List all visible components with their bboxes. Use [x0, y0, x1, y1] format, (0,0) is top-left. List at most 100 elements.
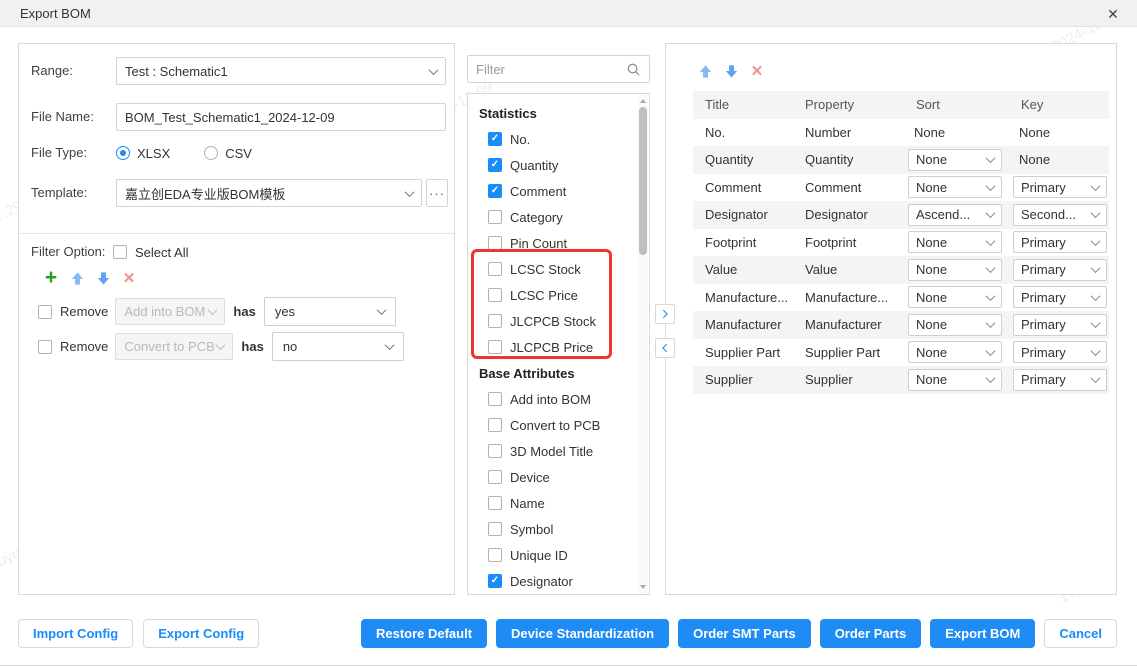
list-item[interactable]: Device	[479, 464, 635, 490]
column-delete-icon[interactable]: ✕	[749, 63, 765, 80]
list-item[interactable]: LCSC Stock	[479, 256, 635, 282]
template-select[interactable]: 嘉立创EDA专业版BOM模板	[116, 179, 422, 207]
list-item[interactable]: No.	[479, 126, 635, 152]
checkbox[interactable]	[488, 132, 502, 146]
delete-rule-icon[interactable]: ✕	[121, 270, 137, 287]
key-select[interactable]: Primary	[1013, 286, 1107, 309]
range-select[interactable]: Test : Schematic1	[116, 57, 446, 85]
checkbox[interactable]	[488, 184, 502, 198]
radio-icon[interactable]	[204, 146, 219, 160]
table-row[interactable]: No. Number None None	[693, 119, 1109, 147]
sort-select[interactable]: None	[908, 341, 1002, 364]
table-row[interactable]: Designator Designator Ascend... Second..…	[693, 201, 1109, 229]
order-parts-button[interactable]: Order Parts	[819, 619, 922, 648]
sort-select[interactable]: Ascend...	[908, 203, 1002, 226]
restore-default-button[interactable]: Restore Default	[360, 619, 488, 648]
checkbox[interactable]	[488, 574, 502, 588]
rule-field-select[interactable]: Convert to PCB	[115, 333, 234, 360]
rule-value-select[interactable]: no	[271, 332, 404, 361]
checkbox[interactable]	[488, 288, 502, 302]
move-down-icon[interactable]	[95, 270, 111, 286]
key-select[interactable]: Primary	[1013, 231, 1107, 254]
checkbox[interactable]	[488, 314, 502, 328]
table-row[interactable]: Quantity Quantity None None	[693, 146, 1109, 174]
cancel-button[interactable]: Cancel	[1044, 619, 1117, 648]
list-item[interactable]: Designator	[479, 568, 635, 594]
checkbox[interactable]	[488, 262, 502, 276]
list-item[interactable]: Pin Count	[479, 230, 635, 256]
select-all-option[interactable]: Select All	[113, 238, 188, 266]
table-row[interactable]: Supplier Supplier None Primary	[693, 366, 1109, 394]
attribute-filter-input[interactable]	[476, 56, 626, 82]
move-up-icon[interactable]	[69, 270, 85, 286]
list-item[interactable]: Symbol	[479, 516, 635, 542]
collapse-left-button[interactable]	[655, 338, 675, 358]
scroll-down-icon[interactable]	[640, 585, 646, 589]
radio-selected-icon[interactable]	[116, 146, 130, 160]
scroll-up-icon[interactable]	[640, 99, 646, 103]
sort-select[interactable]: None	[908, 148, 1002, 171]
key-select[interactable]: Second...	[1013, 203, 1107, 226]
list-item[interactable]: Comment	[479, 178, 635, 204]
table-row[interactable]: Supplier Part Supplier Part None Primary	[693, 339, 1109, 367]
rule-field-select[interactable]: Add into BOM	[115, 298, 226, 325]
column-move-down-icon[interactable]	[723, 63, 739, 79]
add-rule-icon[interactable]: +	[43, 267, 59, 288]
checkbox[interactable]	[488, 418, 502, 432]
template-more-button[interactable]: ···	[426, 179, 448, 207]
key-select[interactable]: Primary	[1013, 368, 1107, 391]
device-standardization-button[interactable]: Device Standardization	[496, 619, 670, 648]
table-row[interactable]: Comment Comment None Primary	[693, 174, 1109, 202]
list-item[interactable]: Convert to PCB	[479, 412, 635, 438]
checkbox[interactable]	[488, 392, 502, 406]
list-item[interactable]: Name	[479, 490, 635, 516]
file-type-csv[interactable]: CSV	[204, 146, 252, 161]
key-select[interactable]: Primary	[1013, 313, 1107, 336]
checkbox[interactable]	[488, 236, 502, 250]
sort-select[interactable]: None	[908, 313, 1002, 336]
checkbox[interactable]	[488, 444, 502, 458]
file-name-input[interactable]	[125, 104, 437, 130]
checkbox[interactable]	[488, 496, 502, 510]
sort-select[interactable]: None	[908, 231, 1002, 254]
key-select[interactable]: Primary	[1013, 258, 1107, 281]
list-item[interactable]: Add into BOM	[479, 386, 635, 412]
scrollbar[interactable]	[638, 95, 648, 593]
table-row[interactable]: Value Value None Primary	[693, 256, 1109, 284]
order-smt-parts-button[interactable]: Order SMT Parts	[678, 619, 811, 648]
sort-select[interactable]: None	[908, 286, 1002, 309]
checkbox[interactable]	[488, 470, 502, 484]
list-item[interactable]: Unique ID	[479, 542, 635, 568]
key-select[interactable]: Primary	[1013, 341, 1107, 364]
sort-select[interactable]: None	[908, 368, 1002, 391]
sort-select[interactable]: None	[908, 176, 1002, 199]
close-icon[interactable]: ✕	[1103, 4, 1123, 24]
file-type-xlsx[interactable]: XLSX	[116, 146, 170, 161]
rule-value-select[interactable]: yes	[263, 297, 396, 326]
list-item[interactable]: 3D Model Title	[479, 438, 635, 464]
column-move-up-icon[interactable]	[697, 63, 713, 79]
scrollbar-thumb[interactable]	[639, 107, 647, 255]
table-row[interactable]: Footprint Footprint None Primary	[693, 229, 1109, 257]
select-all-checkbox[interactable]	[113, 245, 127, 259]
checkbox[interactable]	[488, 340, 502, 354]
rule-checkbox[interactable]	[38, 304, 52, 319]
list-item[interactable]: JLCPCB Price	[479, 334, 635, 360]
table-row[interactable]: Manufacturer Manufacturer None Primary	[693, 311, 1109, 339]
list-item[interactable]: Quantity	[479, 152, 635, 178]
sort-select[interactable]: None	[908, 258, 1002, 281]
list-item[interactable]: JLCPCB Stock	[479, 308, 635, 334]
checkbox[interactable]	[488, 210, 502, 224]
key-select[interactable]: Primary	[1013, 176, 1107, 199]
expand-right-button[interactable]	[655, 304, 675, 324]
rule-checkbox[interactable]	[38, 339, 52, 354]
table-row[interactable]: Manufacture... Manufacture... None Prima…	[693, 284, 1109, 312]
export-bom-button[interactable]: Export BOM	[930, 619, 1036, 648]
export-config-button[interactable]: Export Config	[143, 619, 260, 648]
list-item[interactable]: Category	[479, 204, 635, 230]
checkbox[interactable]	[488, 548, 502, 562]
checkbox[interactable]	[488, 522, 502, 536]
checkbox[interactable]	[488, 158, 502, 172]
import-config-button[interactable]: Import Config	[18, 619, 134, 648]
list-item[interactable]: LCSC Price	[479, 282, 635, 308]
